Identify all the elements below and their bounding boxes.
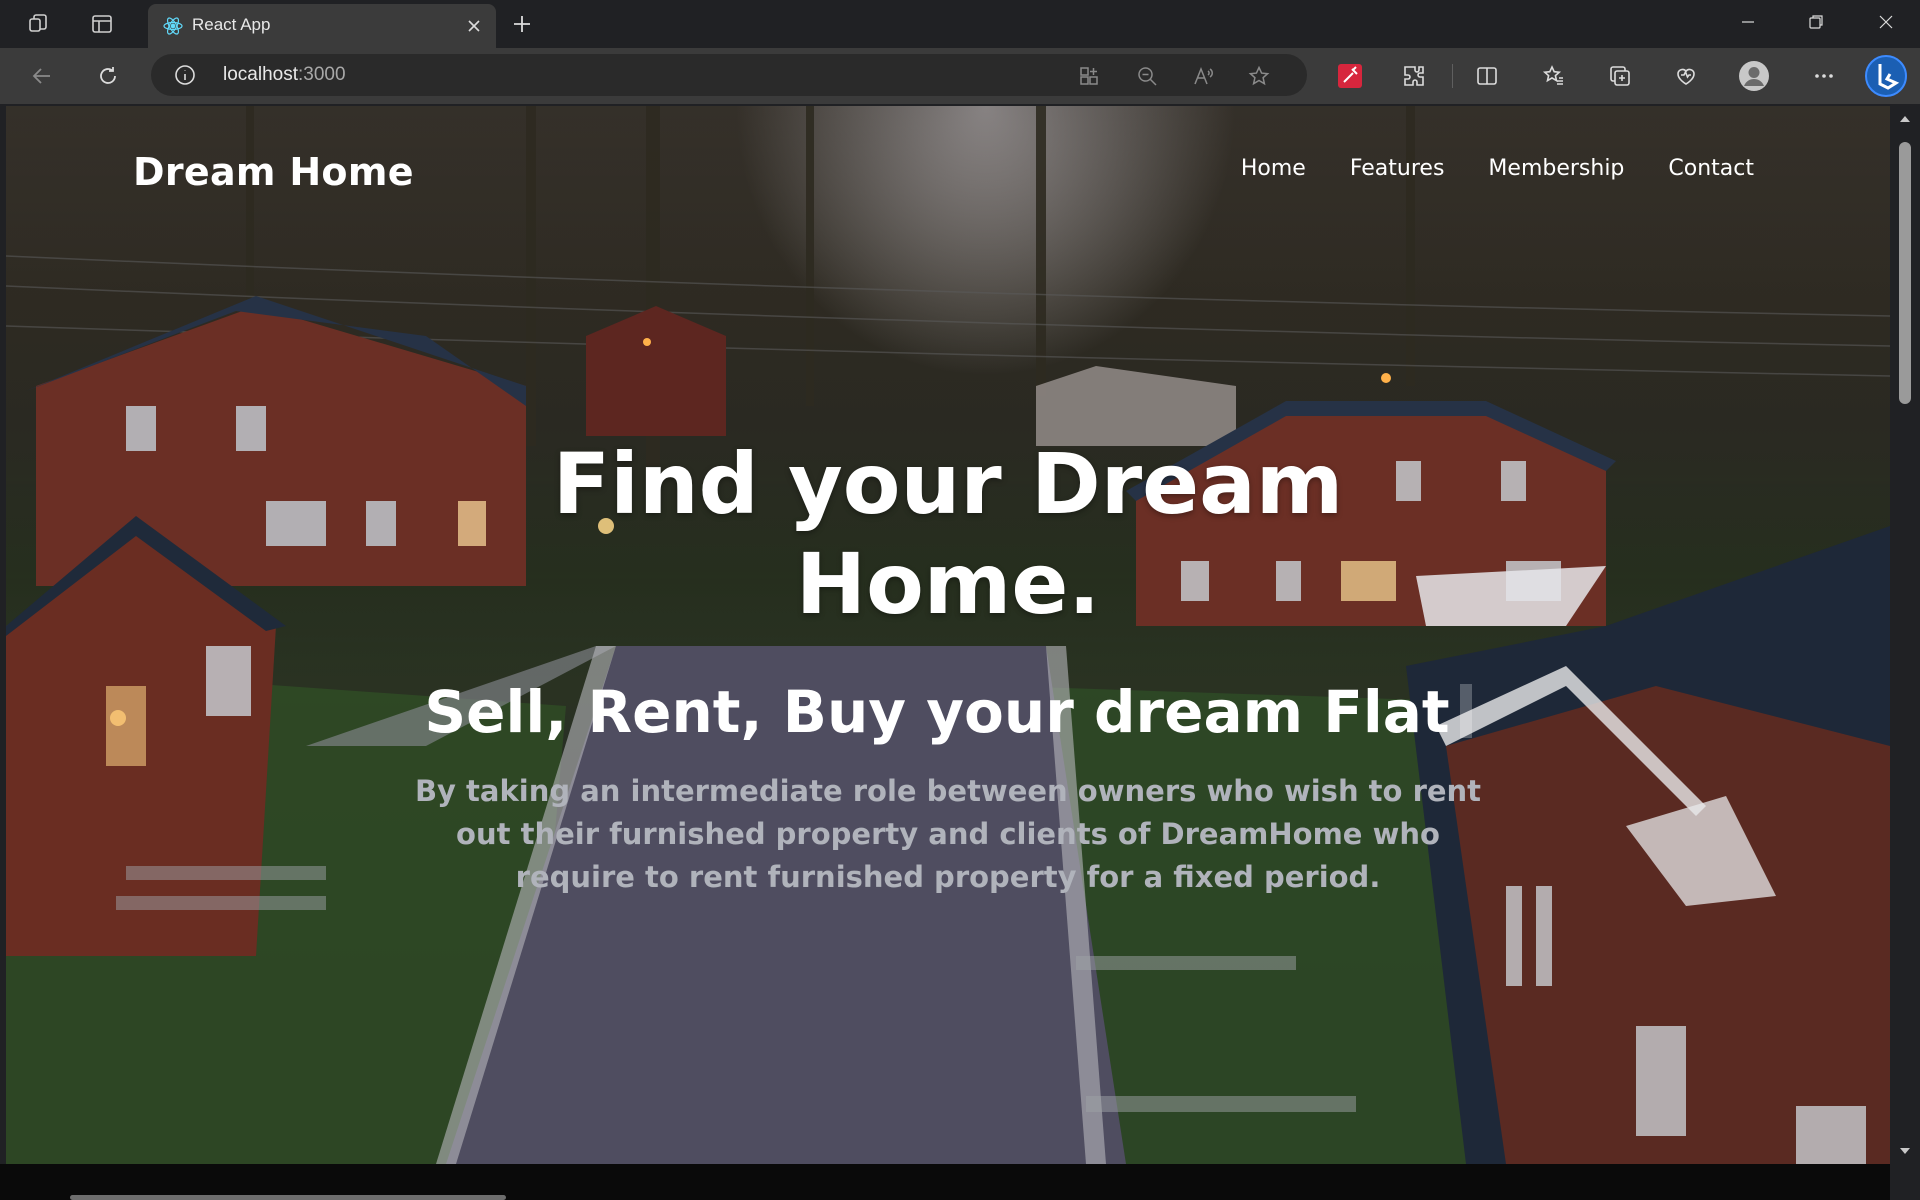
horizontal-scrollbar-thumb[interactable] bbox=[70, 1195, 506, 1200]
vertical-tabs-icon[interactable] bbox=[86, 8, 118, 40]
profile-avatar-icon[interactable] bbox=[1738, 60, 1770, 92]
workspaces-icon[interactable] bbox=[22, 8, 54, 40]
hero-subtitle-text: Sell, Rent, Buy your dream Flat bbox=[424, 678, 1450, 746]
bing-copilot-icon[interactable] bbox=[1864, 54, 1908, 98]
nav-contact-link[interactable]: Contact bbox=[1668, 156, 1754, 181]
toolbar-divider bbox=[1452, 64, 1453, 88]
hero-subtitle: Sell, Rent, Buy your dream Flat bbox=[6, 678, 1890, 746]
zoom-out-icon[interactable] bbox=[1133, 62, 1161, 90]
nav-membership-link[interactable]: Membership bbox=[1488, 156, 1624, 181]
scroll-down-arrow-icon[interactable] bbox=[1898, 1144, 1912, 1158]
more-menu-icon[interactable] bbox=[1808, 60, 1840, 92]
typing-caret bbox=[1459, 684, 1472, 738]
site-nav: Home Features Membership Contact bbox=[1241, 156, 1754, 181]
page-viewport: Dream Home Home Features Membership Cont… bbox=[6, 106, 1890, 1164]
hero-title-line-2: Home. bbox=[795, 535, 1101, 633]
read-aloud-icon[interactable] bbox=[1189, 62, 1217, 90]
minimize-icon[interactable] bbox=[1714, 0, 1782, 44]
hero-background-video bbox=[6, 106, 1890, 1164]
browser-toolbar: localhost:3000 bbox=[0, 48, 1920, 104]
scrollbar-thumb[interactable] bbox=[1899, 142, 1911, 404]
split-screen-icon[interactable] bbox=[1471, 60, 1503, 92]
favorites-icon[interactable] bbox=[1538, 60, 1570, 92]
browser-essentials-icon[interactable] bbox=[1670, 60, 1702, 92]
tab-react-app[interactable]: React App bbox=[148, 4, 496, 48]
hero-description: By taking an intermediate role between o… bbox=[414, 774, 1482, 894]
site-info-icon[interactable] bbox=[173, 63, 197, 87]
horizontal-scrollbar[interactable] bbox=[0, 1164, 1890, 1200]
vertical-scrollbar[interactable] bbox=[1890, 106, 1920, 1164]
restore-icon[interactable] bbox=[1782, 0, 1850, 44]
url-text: localhost:3000 bbox=[223, 64, 346, 85]
extension-red-icon[interactable] bbox=[1334, 60, 1366, 92]
scroll-up-arrow-icon[interactable] bbox=[1898, 112, 1912, 126]
address-bar[interactable]: localhost:3000 bbox=[151, 54, 1307, 96]
tab-bar: React App bbox=[0, 0, 1920, 48]
nav-home-link[interactable]: Home bbox=[1241, 156, 1306, 181]
tab-title: React App bbox=[192, 15, 271, 34]
hero-title-line-1: Find your Dream bbox=[552, 435, 1344, 533]
collections-icon[interactable] bbox=[1604, 60, 1636, 92]
app-available-icon[interactable] bbox=[1075, 62, 1103, 90]
new-tab-icon[interactable] bbox=[506, 8, 538, 40]
react-icon bbox=[162, 15, 184, 37]
close-tab-icon[interactable] bbox=[462, 14, 486, 38]
hero-title: Find your Dream Home. bbox=[6, 434, 1890, 634]
extensions-puzzle-icon[interactable] bbox=[1398, 60, 1430, 92]
close-window-icon[interactable] bbox=[1852, 0, 1920, 44]
favorite-star-icon[interactable] bbox=[1245, 62, 1273, 90]
back-arrow-icon[interactable] bbox=[24, 60, 60, 92]
refresh-icon[interactable] bbox=[90, 60, 126, 92]
site-logo[interactable]: Dream Home bbox=[133, 150, 414, 194]
nav-features-link[interactable]: Features bbox=[1350, 156, 1445, 181]
